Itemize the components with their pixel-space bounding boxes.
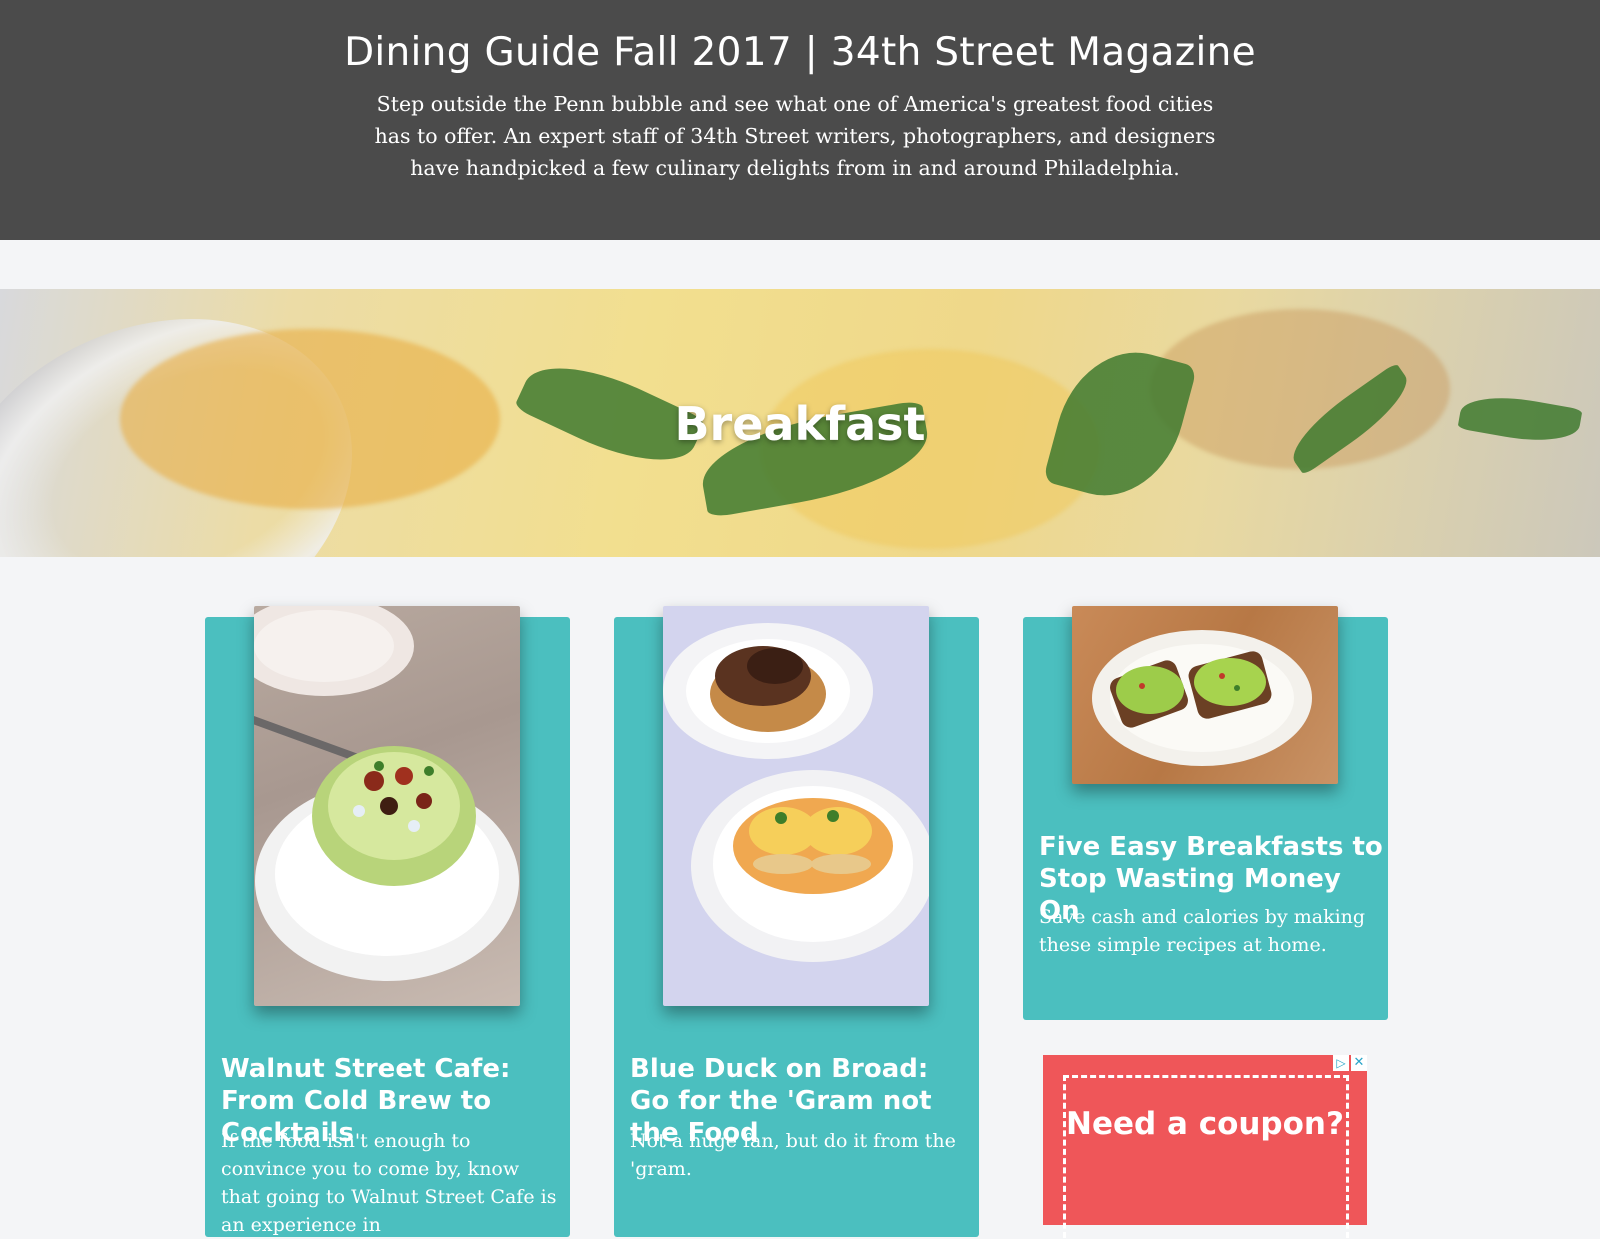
salad-plate-image <box>254 606 519 981</box>
article-card-walnut-street-cafe[interactable]: Walnut Street Cafe: From Cold Brew to Co… <box>205 606 570 1237</box>
article-card-five-easy-breakfasts[interactable]: Five Easy Breakfasts to Stop Wasting Mon… <box>1023 606 1388 1020</box>
section-heading: Breakfast <box>674 397 926 451</box>
section-hero-banner: Breakfast <box>0 289 1600 557</box>
article-card-blue-duck[interactable]: Blue Duck on Broad: Go for the 'Gram not… <box>614 606 979 1237</box>
article-photo[interactable] <box>663 606 929 1006</box>
ad-dashed-border <box>1063 1075 1349 1238</box>
article-photo[interactable] <box>254 606 520 1006</box>
article-description: Save cash and calories by making these s… <box>1039 906 1366 956</box>
close-icon[interactable]: ✕ <box>1351 1055 1367 1071</box>
article-photo[interactable] <box>1072 606 1338 784</box>
page-subtitle: Step outside the Penn bubble and see wha… <box>374 92 1216 180</box>
coupon-advertisement[interactable]: Need a coupon? ▷ ✕ <box>1043 1055 1367 1238</box>
article-description: If the food isn't enough to convince you… <box>221 1130 557 1236</box>
article-description: Not a huge fan, but do it from the 'gram… <box>630 1130 956 1180</box>
waffle-benedict-image <box>663 623 929 962</box>
page-title: Dining Guide Fall 2017 | 34th Street Mag… <box>344 30 1256 75</box>
avocado-toast-image <box>1092 630 1312 766</box>
page-header: Dining Guide Fall 2017 | 34th Street Mag… <box>0 0 1600 240</box>
adchoices-icon[interactable]: ▷ <box>1333 1055 1349 1071</box>
ad-text[interactable]: Need a coupon? <box>1043 1105 1367 1144</box>
